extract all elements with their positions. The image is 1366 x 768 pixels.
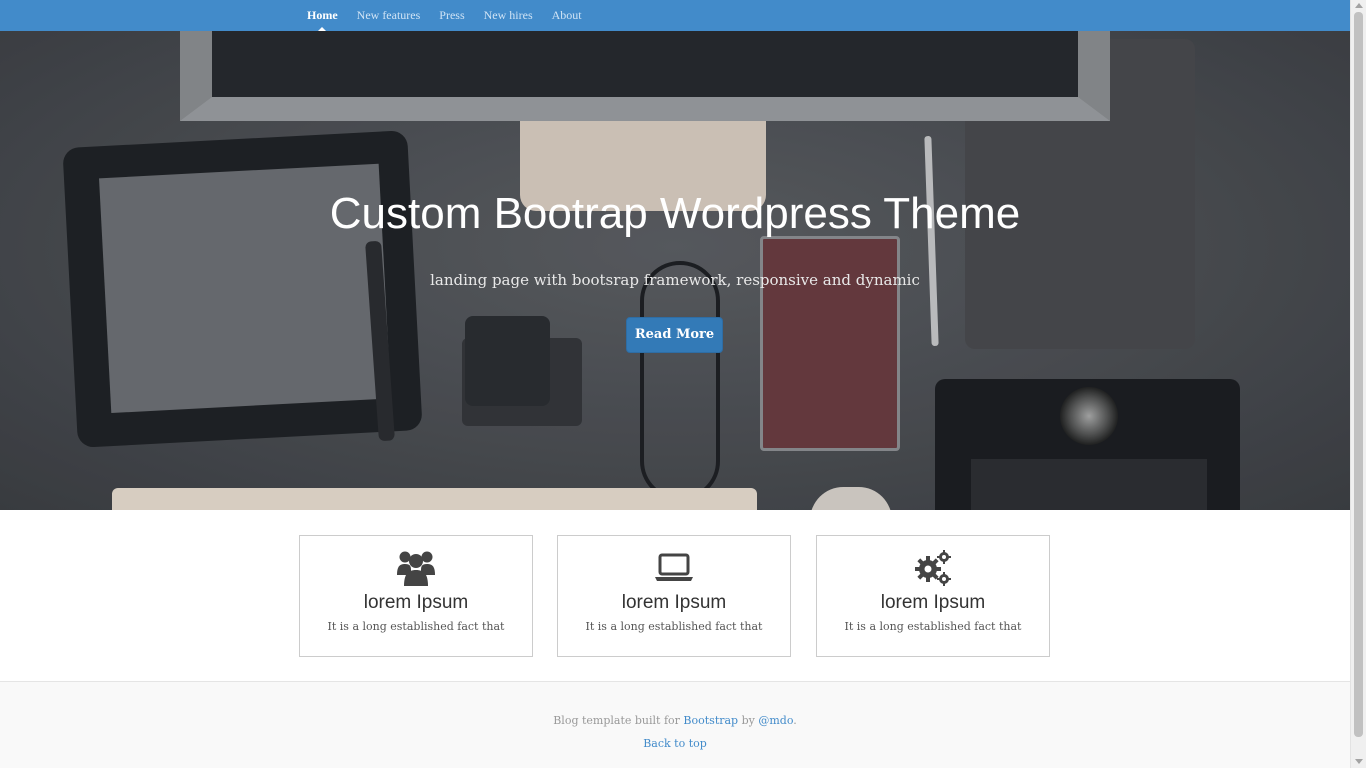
top-navbar: Home New features Press New hires About (0, 0, 1350, 31)
bootstrap-link[interactable]: Bootstrap (683, 714, 738, 727)
footer-text-by: by (741, 714, 755, 727)
nav-item-press[interactable]: Press (439, 0, 464, 31)
feature-text: It is a long established fact that (585, 620, 763, 633)
users-icon (300, 548, 532, 588)
laptop-icon (558, 548, 790, 588)
author-link[interactable]: @mdo (758, 714, 793, 727)
page-footer: Blog template built for Bootstrap by @md… (0, 681, 1350, 768)
hero-title: Custom Bootrap Wordpress Theme (329, 189, 1021, 238)
gears-icon (817, 548, 1049, 588)
hero-banner: Custom Bootrap Wordpress Theme landing p… (0, 31, 1350, 510)
read-more-button[interactable]: Read More (626, 317, 723, 353)
hero-subtitle: landing page with bootsrap framework, re… (430, 271, 920, 289)
feature-card: lorem Ipsum It is a long established fac… (816, 535, 1050, 657)
nav-item-home[interactable]: Home (307, 0, 338, 31)
footer-text-suffix: . (793, 714, 797, 727)
feature-title: lorem Ipsum (621, 592, 727, 613)
nav-item-new-features[interactable]: New features (357, 0, 421, 31)
scrollbar-thumb[interactable] (1354, 12, 1363, 737)
nav-item-about[interactable]: About (552, 0, 582, 31)
footer-text-prefix: Blog template built for (553, 714, 680, 727)
main-nav: Home New features Press New hires About (307, 0, 601, 31)
scroll-down-arrow-icon[interactable] (1355, 759, 1363, 764)
footer-credits: Blog template built for Bootstrap by @md… (0, 714, 1350, 727)
vertical-scrollbar[interactable] (1350, 0, 1366, 768)
nav-item-new-hires[interactable]: New hires (484, 0, 533, 31)
feature-card: lorem Ipsum It is a long established fac… (557, 535, 791, 657)
feature-text: It is a long established fact that (327, 620, 505, 633)
scroll-up-arrow-icon[interactable] (1355, 3, 1363, 8)
feature-title: lorem Ipsum (363, 592, 469, 613)
feature-text: It is a long established fact that (844, 620, 1022, 633)
back-to-top-link[interactable]: Back to top (0, 737, 1350, 750)
feature-title: lorem Ipsum (880, 592, 986, 613)
feature-card: lorem Ipsum It is a long established fac… (299, 535, 533, 657)
